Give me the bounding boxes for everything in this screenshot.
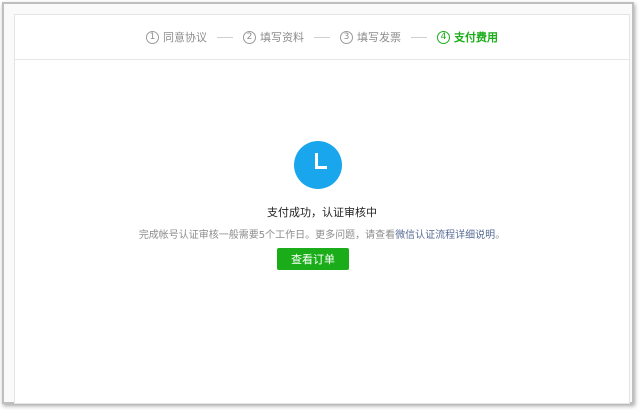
step-fill-invoice: 3 填写发票 <box>340 29 401 45</box>
status-description-end: 。 <box>495 230 506 241</box>
certification-process-link[interactable]: 微信认证流程详细说明 <box>395 230 495 241</box>
step-number-1: 1 <box>146 30 159 44</box>
step-divider <box>217 36 233 38</box>
step-number-4: 4 <box>437 30 450 44</box>
status-description: 完成帐号认证审核一般需要5个工作日。更多问题，请查看微信认证流程详细说明。 <box>15 226 629 241</box>
view-order-button[interactable]: 查看订单 <box>277 248 349 270</box>
status-content: 支付成功，认证审核中 完成帐号认证审核一般需要5个工作日。更多问题，请查看微信认… <box>15 59 629 399</box>
step-fill-info: 2 填写资料 <box>243 29 304 45</box>
step-divider <box>314 36 330 38</box>
step-progress: 1 同意协议 2 填写资料 3 填写发票 4 支付费用 <box>15 15 629 60</box>
step-number-3: 3 <box>340 30 353 44</box>
window-frame: 1 同意协议 2 填写资料 3 填写发票 4 支付费用 支付成功，认证审核中 完… <box>2 2 634 404</box>
main-panel: 1 同意协议 2 填写资料 3 填写发票 4 支付费用 支付成功，认证审核中 完… <box>14 14 630 404</box>
clock-icon <box>294 141 342 189</box>
step-label: 支付费用 <box>454 31 498 44</box>
status-description-text: 完成帐号认证审核一般需要5个工作日。更多问题，请查看 <box>138 230 396 241</box>
step-label: 同意协议 <box>163 31 207 44</box>
step-number-2: 2 <box>243 30 256 44</box>
step-agree-terms: 1 同意协议 <box>146 29 207 45</box>
clock-hand-hour <box>315 166 327 169</box>
step-divider <box>411 36 427 38</box>
status-title: 支付成功，认证审核中 <box>267 206 377 219</box>
step-label: 填写资料 <box>260 31 304 44</box>
step-pay-fee: 4 支付费用 <box>437 29 498 45</box>
step-label: 填写发票 <box>357 31 401 44</box>
